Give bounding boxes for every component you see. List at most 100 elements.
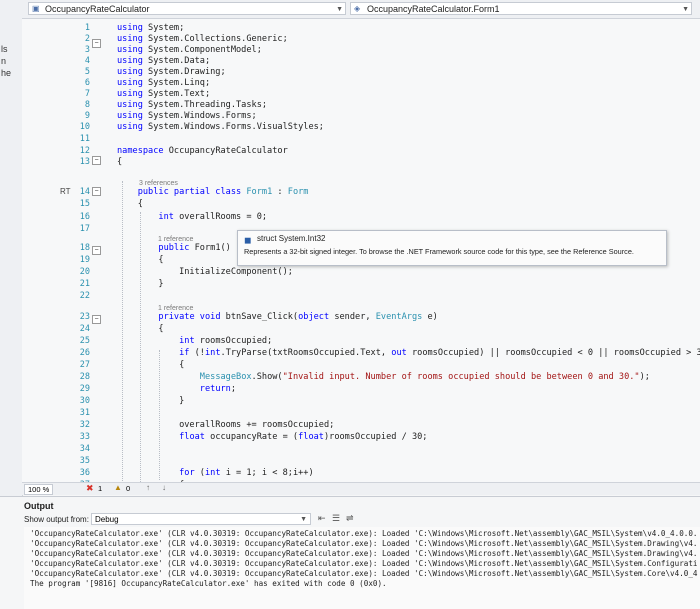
tooltip-title: struct System.Int32 bbox=[257, 234, 326, 243]
up-arrow-icon[interactable]: ↑ bbox=[146, 483, 150, 492]
line-number: 16 bbox=[79, 212, 90, 222]
chevron-down-icon: ▼ bbox=[300, 516, 307, 523]
output-line: 'OccupancyRateCalculator.exe' (CLR v4.0.… bbox=[30, 539, 698, 548]
code-line: using System.Drawing; bbox=[117, 67, 226, 77]
line-number: 12 bbox=[79, 146, 90, 156]
show-output-from-label: Show output from: bbox=[24, 515, 89, 524]
warning-icon: ▲ bbox=[114, 483, 122, 492]
find-message-icon[interactable]: ⇤ bbox=[318, 513, 326, 524]
editor-status-bar: 100 % ✖ 1 ▲ 0 ↑ ↓ bbox=[22, 482, 700, 495]
indent-guide bbox=[159, 350, 160, 480]
code-line: using System.Threading.Tasks; bbox=[117, 100, 268, 110]
code-line: using System.Text; bbox=[117, 89, 211, 99]
code-line: { bbox=[117, 157, 123, 167]
output-toolbar: Show output from: Debug ▼ ⇤ ☰ ⇌ bbox=[24, 513, 700, 527]
output-line: 'OccupancyRateCalculator.exe' (CLR v4.0.… bbox=[30, 569, 698, 578]
chevron-down-icon: ▼ bbox=[336, 6, 343, 13]
code-line: for (int i = 1; i < 8;i++) bbox=[179, 468, 314, 478]
indent-guide bbox=[140, 212, 141, 482]
down-arrow-icon[interactable]: ↓ bbox=[162, 483, 166, 492]
fold-toggle-namespace[interactable]: − bbox=[92, 156, 101, 165]
output-line: 'OccupancyRateCalculator.exe' (CLR v4.0.… bbox=[30, 559, 698, 568]
navigation-bar: ▣ OccupancyRateCalculator ▼ ◈ OccupancyR… bbox=[22, 0, 700, 19]
line-number: 25 bbox=[79, 336, 90, 346]
line-number: 15 bbox=[79, 199, 90, 209]
line-number: 18 bbox=[79, 243, 90, 253]
code-line: namespace OccupancyRateCalculator bbox=[117, 146, 288, 156]
struct-icon: ◼ bbox=[244, 235, 252, 245]
line-number: 30 bbox=[79, 396, 90, 406]
solution-explorer-strip: ls n he bbox=[0, 0, 23, 500]
error-count[interactable]: 1 bbox=[98, 484, 102, 493]
class-references-codelens[interactable]: 3 references bbox=[139, 180, 178, 187]
line-number: 35 bbox=[79, 456, 90, 466]
line-number: 2 bbox=[84, 34, 90, 44]
output-text[interactable]: 'OccupancyRateCalculator.exe' (CLR v4.0.… bbox=[24, 527, 700, 609]
code-line: { bbox=[117, 199, 143, 209]
code-line: using System.Windows.Forms.VisualStyles; bbox=[117, 122, 324, 132]
fold-toggle-ctor[interactable]: − bbox=[92, 246, 101, 255]
left-fragment-3: he bbox=[1, 68, 12, 78]
line-number: 33 bbox=[79, 432, 90, 442]
code-line: } bbox=[117, 396, 185, 406]
ctor-references-codelens[interactable]: 1 reference bbox=[158, 236, 193, 243]
code-line: InitializeComponent(); bbox=[117, 267, 293, 277]
fold-toggle-usings[interactable]: − bbox=[92, 39, 101, 48]
breakpoint-margin-marker: RT bbox=[60, 187, 71, 196]
line-number: 28 bbox=[79, 372, 90, 382]
line-number: 11 bbox=[79, 134, 90, 144]
wrap-icon[interactable]: ⇌ bbox=[346, 513, 354, 524]
line-number: 23 bbox=[79, 312, 90, 322]
line-number: 26 bbox=[79, 348, 90, 358]
code-line: using System.Windows.Forms; bbox=[117, 111, 257, 121]
code-line: using System.Linq; bbox=[117, 78, 211, 88]
vs-class-icon: ◈ bbox=[354, 4, 361, 13]
code-line: using System; bbox=[117, 23, 185, 33]
line-number: 20 bbox=[79, 267, 90, 277]
code-line: if (!int.TryParse(txtRoomsOccupied.Text,… bbox=[179, 348, 700, 358]
class-combo-label: OccupancyRateCalculator.Form1 bbox=[367, 4, 500, 14]
code-line: public partial class Form1 : Form bbox=[137, 187, 309, 197]
output-panel: Output Show output from: Debug ▼ ⇤ ☰ ⇌ '… bbox=[0, 496, 700, 609]
method-references-codelens[interactable]: 1 reference bbox=[158, 305, 193, 312]
class-combo[interactable]: ◈ OccupancyRateCalculator.Form1 ▼ bbox=[350, 2, 692, 15]
line-number: 10 bbox=[79, 122, 90, 132]
vs-project-icon: ▣ bbox=[32, 4, 40, 13]
left-fragment-2: n bbox=[1, 56, 7, 66]
line-number: 8 bbox=[84, 100, 90, 110]
output-source-select[interactable]: Debug ▼ bbox=[91, 513, 311, 525]
line-number: 27 bbox=[79, 360, 90, 370]
line-number: 24 bbox=[79, 324, 90, 334]
line-number: 6 bbox=[84, 78, 90, 88]
line-number: 4 bbox=[84, 56, 90, 66]
output-title: Output bbox=[24, 501, 54, 511]
line-number: 29 bbox=[79, 384, 90, 394]
line-number: 34 bbox=[79, 444, 90, 454]
quick-info-tooltip: ◼ struct System.Int32 Represents a 32-bi… bbox=[237, 230, 667, 266]
project-combo[interactable]: ▣ OccupancyRateCalculator ▼ bbox=[28, 2, 346, 15]
project-combo-label: OccupancyRateCalculator bbox=[45, 4, 150, 14]
indent-guide bbox=[122, 181, 123, 481]
chevron-down-icon: ▼ bbox=[682, 6, 689, 13]
line-number: 21 bbox=[79, 279, 90, 289]
code-line: return; bbox=[199, 384, 237, 394]
line-number: 36 bbox=[79, 468, 90, 478]
output-source-value: Debug bbox=[95, 515, 119, 524]
fold-toggle-method[interactable]: − bbox=[92, 315, 101, 324]
code-line: using System.ComponentModel; bbox=[117, 45, 262, 55]
output-line: The program '[9816] OccupancyRateCalcula… bbox=[30, 579, 387, 588]
left-fragment-1: ls bbox=[1, 44, 8, 54]
code-line: overallRooms += roomsOccupied; bbox=[117, 420, 335, 430]
line-number: 17 bbox=[79, 224, 90, 234]
line-number: 1 bbox=[84, 23, 90, 33]
code-line: { bbox=[117, 360, 185, 370]
zoom-level[interactable]: 100 % bbox=[24, 484, 54, 495]
fold-toggle-class[interactable]: − bbox=[92, 187, 101, 196]
line-number: 3 bbox=[84, 45, 90, 55]
code-line: using System.Collections.Generic; bbox=[117, 34, 288, 44]
line-number: 5 bbox=[84, 67, 90, 77]
clear-icon[interactable]: ☰ bbox=[332, 513, 340, 524]
code-line: float occupancyRate = (float)roomsOccupi… bbox=[179, 432, 428, 442]
line-number: 7 bbox=[84, 89, 90, 99]
warning-count[interactable]: 0 bbox=[126, 484, 130, 493]
